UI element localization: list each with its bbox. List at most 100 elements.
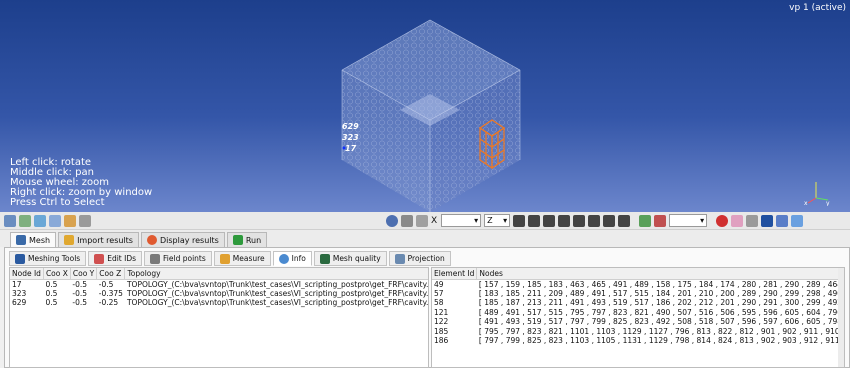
node-label: 629 [342,122,359,131]
info-icon [278,253,289,264]
axis-z-combo[interactable]: Z ▾ [484,214,511,227]
table-cell: 0.5 [45,288,58,298]
zoom-icon[interactable] [386,214,398,227]
display-combo[interactable]: ▾ [669,214,708,227]
table-cell: [ 183 , 185 , 211 , 209 , 489 , 491 , 51… [478,288,839,298]
axis-combo[interactable]: ▾ [441,214,482,227]
tab-projection[interactable]: Projection [388,251,451,266]
column-header[interactable]: Node Id [10,268,44,280]
refine-icon[interactable] [34,214,46,227]
home-icon[interactable] [64,214,76,227]
column-header[interactable]: Element Id [432,268,478,280]
table-cell: -0.5 [72,288,88,298]
mesh-cube [341,19,521,212]
table-row[interactable]: 629 0.5 -0.5 -0.25 TOPOLOGY_(C:\bva\svnt… [10,298,428,308]
table-cell: [ 795 , 797 , 823 , 821 , 1101 , 1103 , … [478,326,839,336]
chart-icon[interactable] [49,214,61,227]
view-back-icon[interactable] [528,214,541,227]
table-cell: -0.5 [98,279,114,289]
table-cell: 0.5 [45,279,58,289]
column-header[interactable]: Coo Y [70,268,98,280]
table-cell: [ 185 , 187 , 213 , 211 , 491 , 493 , 51… [478,298,839,308]
elements-table[interactable]: Element Id Nodes 49 [ 157 , 159 , 185 , … [431,267,845,368]
view-right-icon[interactable] [558,214,571,227]
shading-icon[interactable] [716,214,729,227]
table-cell: [ 797 , 799 , 825 , 823 , 1103 , 1105 , … [478,336,839,346]
tab-label: Info [291,254,306,263]
table-row[interactable]: 122 [ 491 , 493 , 519 , 517 , 797 , 799 … [432,317,839,327]
column-header[interactable]: Coo Z [96,268,126,280]
tab-field-points[interactable]: Field points [144,251,212,266]
wireframe-icon[interactable] [746,214,759,227]
column-header[interactable]: Nodes [476,268,840,280]
table-cell: 122 [434,317,449,327]
vertical-scrollbar[interactable] [838,268,844,367]
tab-edit-ids[interactable]: Edit IDs [88,251,143,266]
table-row[interactable]: 185 [ 795 , 797 , 823 , 821 , 1101 , 110… [432,327,839,337]
table-row[interactable]: 121 [ 489 , 491 , 517 , 515 , 795 , 797 … [432,308,839,318]
view-left-icon[interactable] [543,214,556,227]
pan-icon[interactable] [401,214,413,227]
grid-icon[interactable] [19,214,31,227]
tab-info[interactable]: Info [272,251,312,266]
folder-icon [64,235,75,245]
view-top-icon[interactable] [573,214,586,227]
mesh-panel: Meshing Tools Edit IDs Field points Meas… [4,247,850,368]
tab-label: Import results [77,235,133,245]
window-icon[interactable] [776,214,789,227]
field-points-icon [150,253,161,264]
table-cell: -0.375 [98,288,123,298]
table-cell: -0.5 [72,298,88,308]
mouse-hints: Left click: rotate Middle click: pan Mou… [10,158,152,208]
projection-icon [394,253,405,264]
table-row[interactable]: 57 [ 183 , 185 , 211 , 209 , 489 , 491 ,… [432,289,839,299]
viewport-label: vp 1 (active) [789,3,846,13]
table-row[interactable]: 186 [ 797 , 799 , 825 , 823 , 1103 , 110… [432,336,839,346]
edit-ids-icon [94,253,105,264]
sub-tab-bar: Meshing Tools Edit IDs Field points Meas… [9,251,453,266]
axis-x-label: X [431,215,438,226]
column-header[interactable]: Coo X [43,268,71,280]
axis-y-label: y [826,200,830,206]
tab-mesh[interactable]: Mesh [10,232,57,247]
table-cell: 17 [12,279,22,289]
transparency-icon[interactable] [731,214,744,227]
view-reset-icon[interactable] [618,214,631,227]
mesh-icon [16,235,26,245]
table-cell: 323 [12,288,27,298]
split-view-icon[interactable] [791,214,804,227]
tab-label: Field points [163,254,206,263]
nodes-table[interactable]: Node Id Coo X Coo Y Coo Z Topology 17 0.… [9,267,429,368]
mesh-icon[interactable] [4,214,16,227]
tab-mesh-quality[interactable]: Mesh quality [313,251,387,266]
rotate-icon[interactable] [416,214,428,227]
surface-icon[interactable] [761,214,774,227]
table-cell: TOPOLOGY_(C:\bva\svntop\Trunk\test_cases… [126,279,429,289]
table-row[interactable]: 323 0.5 -0.5 -0.375 TOPOLOGY_(C:\bva\svn… [10,288,428,299]
column-header[interactable]: Topology [124,268,428,280]
tab-meshing-tools[interactable]: Meshing Tools [9,251,87,266]
tool-icon[interactable] [79,214,91,227]
table-row[interactable]: 17 0.5 -0.5 -0.5 TOPOLOGY_(C:\bva\svntop… [10,279,429,289]
view-iso-icon[interactable] [603,214,616,227]
color-map-icon[interactable] [639,214,652,227]
view-bottom-icon[interactable] [588,214,601,227]
tab-measure[interactable]: Measure [213,251,271,266]
main-tab-bar: Mesh Import results Display results Run [0,230,850,247]
tab-label: Edit IDs [107,254,137,263]
table-row[interactable]: 58 [ 185 , 187 , 213 , 211 , 491 , 493 ,… [432,298,839,308]
node-label: 323 [342,133,359,142]
tab-display-results[interactable]: Display results [140,232,225,247]
table-cell: 186 [434,336,449,346]
tab-import-results[interactable]: Import results [58,232,139,247]
tab-label: Measure [232,254,265,263]
view-front-icon[interactable] [513,214,526,227]
table-cell: [ 491 , 493 , 519 , 517 , 797 , 799 , 82… [478,317,839,327]
mesh-quality-icon [319,253,330,264]
3d-viewport[interactable]: vp 1 (active) 629 323 17 Left click: rot… [0,0,850,212]
tab-run[interactable]: Run [226,232,268,247]
legend-icon[interactable] [654,214,667,227]
table-cell: 185 [434,326,449,336]
table-row[interactable]: 49 [ 157 , 159 , 185 , 183 , 463 , 465 ,… [432,279,839,289]
table-cell: 58 [434,298,444,308]
